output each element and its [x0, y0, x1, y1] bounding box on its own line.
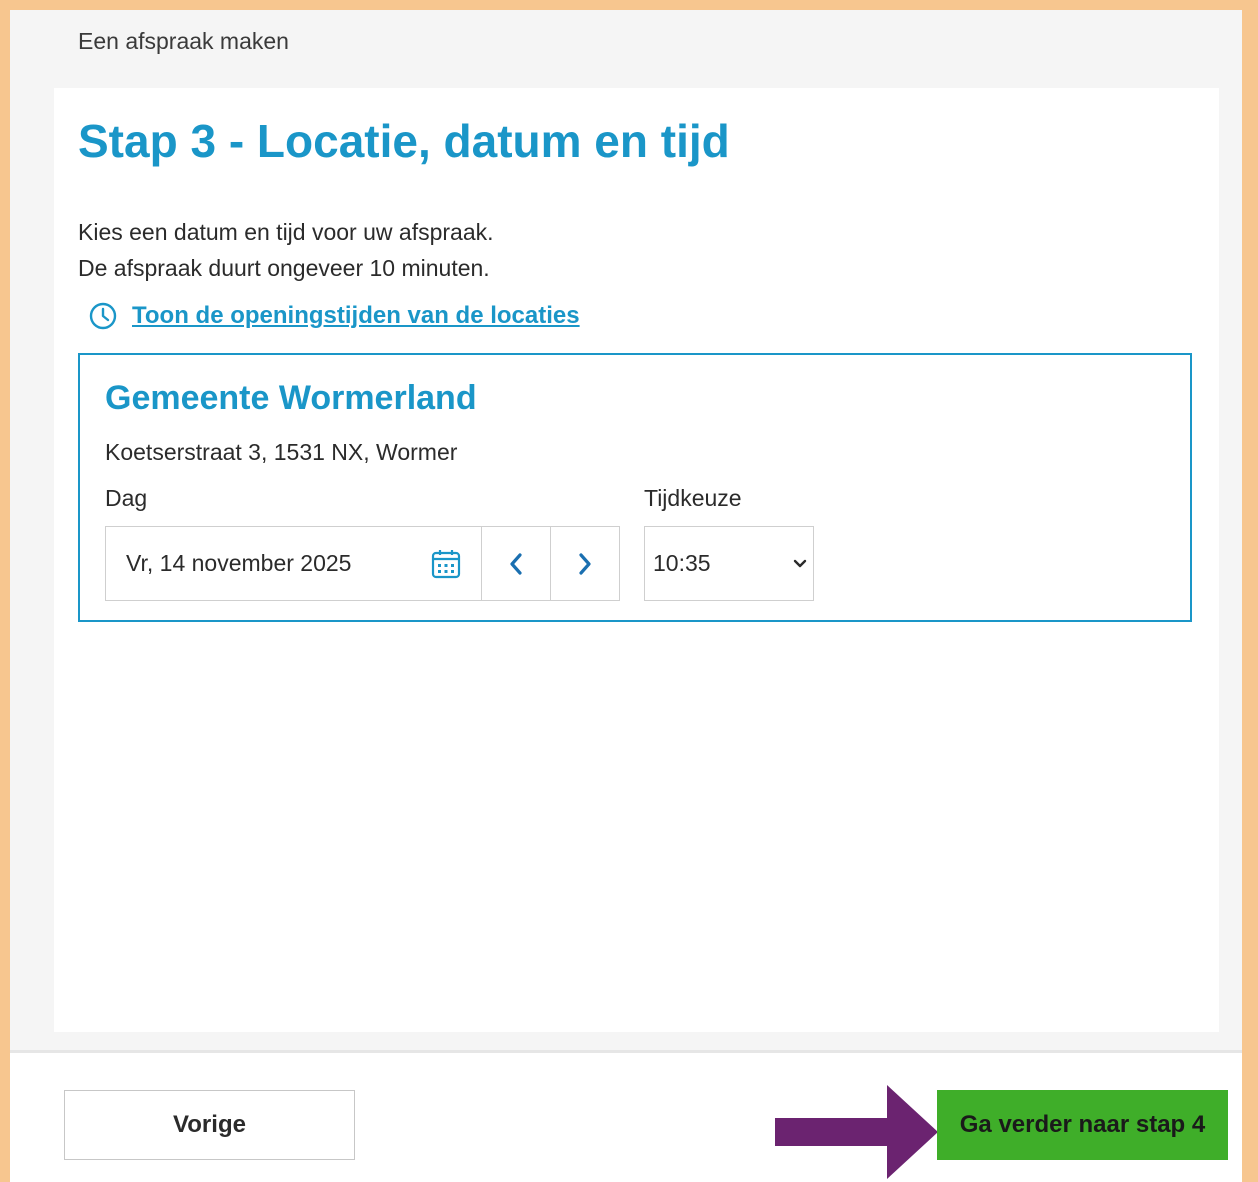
- previous-day-button[interactable]: [481, 526, 551, 601]
- date-field[interactable]: Vr, 14 november 2025: [105, 526, 482, 601]
- calendar-icon[interactable]: [431, 549, 461, 579]
- intro-text: Kies een datum en tijd voor uw afspraak.…: [78, 214, 494, 286]
- clock-icon: [89, 302, 117, 330]
- intro-line-1: Kies een datum en tijd voor uw afspraak.: [78, 219, 494, 245]
- chevron-down-icon: [793, 559, 807, 567]
- page-title: Stap 3 - Locatie, datum en tijd: [78, 115, 730, 167]
- time-label: Tijdkeuze: [644, 485, 742, 511]
- intro-line-2: De afspraak duurt ongeveer 10 minuten.: [78, 255, 490, 281]
- footer-bar: Vorige Ga verder naar stap 4: [10, 1050, 1242, 1182]
- location-address: Koetserstraat 3, 1531 NX, Wormer: [105, 439, 458, 465]
- opening-hours-link-label[interactable]: Toon de openingstijden van de locaties: [132, 302, 580, 330]
- next-step-button[interactable]: Ga verder naar stap 4: [937, 1090, 1228, 1160]
- next-day-button[interactable]: [550, 526, 620, 601]
- previous-button[interactable]: Vorige: [64, 1090, 355, 1160]
- chevron-left-icon: [510, 552, 522, 575]
- chevron-right-icon: [579, 552, 591, 575]
- arrow-right-icon: [775, 1085, 938, 1179]
- location-card: Gemeente Wormerland Koetserstraat 3, 153…: [78, 353, 1192, 622]
- main-card: Stap 3 - Locatie, datum en tijd Kies een…: [54, 88, 1219, 1032]
- opening-hours-link[interactable]: Toon de openingstijden van de locaties: [88, 301, 580, 331]
- date-value: Vr, 14 november 2025: [126, 550, 352, 576]
- time-select[interactable]: 10:35: [644, 526, 814, 601]
- page: Een afspraak maken Stap 3 - Locatie, dat…: [10, 10, 1242, 1182]
- time-value: 10:35: [653, 550, 711, 576]
- breadcrumb: Een afspraak maken: [78, 28, 289, 54]
- location-name: Gemeente Wormerland: [105, 379, 477, 417]
- day-label: Dag: [105, 485, 148, 511]
